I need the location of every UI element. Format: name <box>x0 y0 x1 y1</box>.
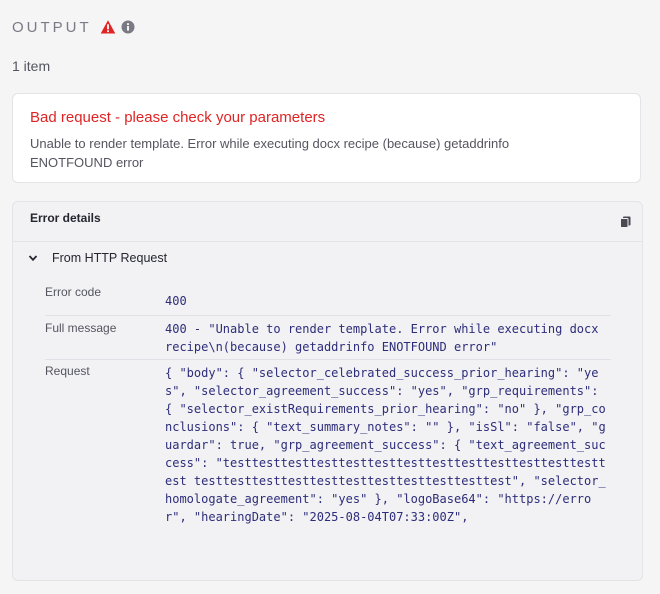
error-code-value: 400 <box>165 294 187 308</box>
warning-triangle-icon <box>100 20 115 34</box>
error-title: Bad request - please check your paramete… <box>30 109 326 126</box>
error-details-panel: Error details From HTTP Request Error co… <box>12 201 643 581</box>
copy-icon[interactable] <box>620 216 631 228</box>
from-http-request-toggle[interactable]: From HTTP Request <box>28 251 167 265</box>
error-details-header: Error details <box>13 202 642 242</box>
row-label: Error code <box>45 285 102 299</box>
output-title: OUTPUT <box>12 18 92 36</box>
full-message-value: 400 - "Unable to render template. Error … <box>165 322 606 354</box>
chevron-down-icon <box>28 255 38 262</box>
output-header: OUTPUT <box>12 17 135 37</box>
row-label: Request <box>45 364 90 378</box>
error-details-title: Error details <box>30 211 101 225</box>
item-count: 1 item <box>12 58 51 74</box>
request-value: { "body": { "selector_celebrated_success… <box>165 366 606 524</box>
info-circle-icon[interactable] <box>121 20 135 34</box>
error-card: Bad request - please check your paramete… <box>12 93 641 183</box>
error-message: Unable to render template. Error while e… <box>30 136 510 170</box>
error-code-row: Error code 400 <box>45 285 611 315</box>
row-label: Full message <box>45 321 117 335</box>
section-label: From HTTP Request <box>52 251 168 265</box>
request-row: Request { "body": { "selector_celebrated… <box>45 364 611 594</box>
full-message-row: Full message 400 - "Unable to render tem… <box>45 315 611 360</box>
